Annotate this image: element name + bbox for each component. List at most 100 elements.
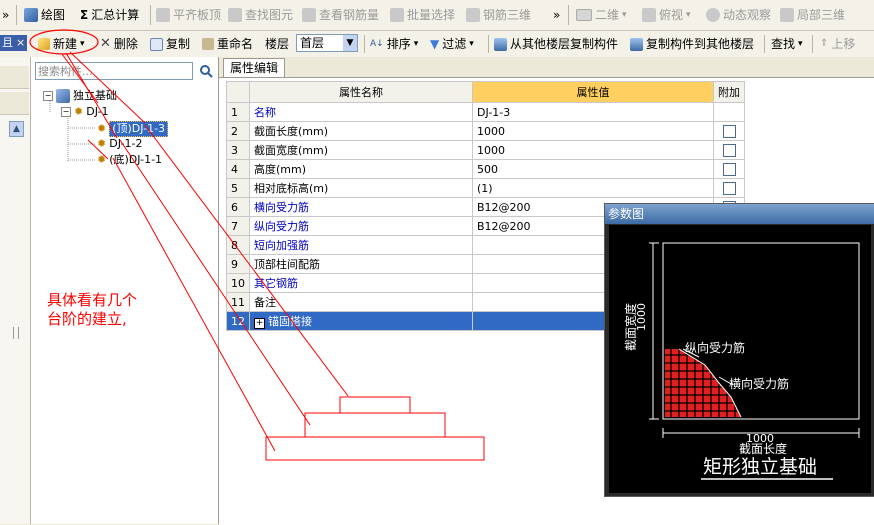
floor-select[interactable]: 首层 ▼	[296, 34, 358, 52]
property-name-cell[interactable]: 名称	[249, 102, 473, 122]
find-element-button[interactable]: 查找图元	[228, 0, 293, 30]
property-name-cell[interactable]: 相对底标高(m)	[249, 178, 473, 198]
chevron-down-icon: ▾	[622, 10, 627, 20]
tree-item-dj-1-3[interactable]: ✹ (顶)DJ-1-3	[97, 121, 169, 137]
property-name-cell[interactable]: 截面长度(mm)	[249, 121, 473, 141]
extra-cell	[713, 140, 745, 160]
property-name: 横向受力筋	[254, 201, 309, 214]
extra-checkbox[interactable]	[722, 124, 736, 138]
property-value-cell[interactable]: (1)	[472, 178, 714, 198]
rebar-quantity-icon	[302, 8, 316, 22]
extra-checkbox[interactable]	[722, 181, 736, 195]
tree-group-node[interactable]: − ✹ DJ-1	[61, 105, 109, 119]
move-up-button[interactable]: ⇑ 上移	[820, 31, 855, 57]
copy-from-floor-button[interactable]: 从其他楼层复制构件	[494, 31, 618, 57]
sort-button[interactable]: A↓ 排序 ▾	[370, 31, 418, 57]
toolbar-overflow-button[interactable]: »	[2, 0, 9, 30]
close-icon[interactable]: ×	[16, 35, 25, 51]
copy-to-floor-button[interactable]: 复制构件到其他楼层	[630, 31, 754, 57]
chevron-down-icon: ▾	[798, 39, 803, 49]
draw-button[interactable]: 绘图	[24, 0, 65, 30]
collapse-icon[interactable]: −	[61, 107, 71, 117]
tree-item-dj-1-1[interactable]: ✹ (底)DJ-1-1	[97, 153, 162, 167]
overflow-chevron-icon: »	[2, 8, 10, 22]
extra-checkbox[interactable]	[722, 162, 736, 176]
panel-pin-button[interactable]: 且 ×	[0, 35, 28, 51]
local-3d-button[interactable]: 局部三维	[780, 0, 845, 30]
scroll-up-button[interactable]: ▲	[9, 121, 24, 137]
property-value-cell[interactable]: 1000	[472, 140, 714, 160]
grid-header-extra[interactable]: 附加	[713, 81, 745, 103]
property-name-cell[interactable]: 其它钢筋	[249, 273, 473, 293]
property-name-cell[interactable]: 横向受力筋	[249, 197, 473, 217]
batch-select-button[interactable]: 批量选择	[390, 0, 455, 30]
property-value-cell[interactable]: 1000	[472, 121, 714, 141]
view-rebar-quantity-button[interactable]: 查看钢筋量	[302, 0, 379, 30]
property-name: 短向加强筋	[254, 239, 309, 252]
table-row[interactable]: 4 高度(mm) 500	[226, 159, 745, 179]
tree-item-dj-1-2[interactable]: ✹ DJ-1-2	[97, 137, 142, 151]
row-index: 7	[226, 216, 250, 236]
tree-root-node[interactable]: − 独立基础	[43, 89, 117, 103]
footing-diagram: 1000 截面宽度 1000 截面长度 纵向受力筋 横向受力筋 矩形独立基础	[623, 242, 860, 480]
parameter-diagram: 1000 截面宽度 1000 截面长度 纵向受力筋 横向受力筋 矩形独立基础	[609, 225, 871, 493]
long-bar-label: 纵向受力筋	[685, 340, 745, 355]
property-name-cell[interactable]: 高度(mm)	[249, 159, 473, 179]
batch-select-icon	[390, 8, 404, 22]
scroll-grip-icon[interactable]	[13, 327, 19, 339]
rebar-3d-button[interactable]: 钢筋三维	[466, 0, 531, 30]
extra-checkbox[interactable]	[722, 143, 736, 157]
parameter-panel-title[interactable]: 参数图	[605, 204, 874, 224]
find-button[interactable]: 查找 ▾	[771, 31, 803, 57]
top-view-button[interactable]: 俯视 ▾	[642, 0, 691, 30]
property-name: 备注	[254, 296, 276, 309]
table-row[interactable]: 2 截面长度(mm) 1000	[226, 121, 745, 141]
chevron-down-icon[interactable]: ▼	[343, 35, 357, 51]
summary-calc-button[interactable]: Σ 汇总计算	[80, 0, 139, 30]
property-name-cell[interactable]: 顶部柱间配筋	[249, 254, 473, 274]
rebar-3d-icon	[466, 8, 480, 22]
delete-button[interactable]: ✕ 删除	[100, 31, 138, 57]
property-name-cell[interactable]: 纵向受力筋	[249, 216, 473, 236]
orbit-button[interactable]: 动态观察	[706, 0, 771, 30]
property-name: 高度(mm)	[254, 163, 307, 176]
filter-icon: ▼	[430, 37, 440, 51]
align-slab-icon	[156, 8, 170, 22]
table-row[interactable]: 3 截面宽度(mm) 1000	[226, 140, 745, 160]
property-name-cell[interactable]: + 锚固搭接	[249, 311, 473, 331]
collapse-icon[interactable]: −	[43, 91, 53, 101]
property-name-cell[interactable]: 备注	[249, 292, 473, 312]
align-slab-top-button[interactable]: 平齐板顶	[156, 0, 221, 30]
length-dim-label: 截面长度	[739, 441, 787, 456]
expand-icon[interactable]: +	[254, 318, 265, 329]
table-row[interactable]: 5 相对底标高(m) (1)	[226, 178, 745, 198]
property-value-cell[interactable]: DJ-1-3	[472, 102, 714, 122]
chevron-down-icon: ▾	[80, 39, 85, 49]
component-toolbar: 且 × 新建 ▾ ✕ 删除 复制 重命名 楼层 首层 ▼ A↓ 排序 ▾ ▼ 过…	[0, 31, 874, 58]
property-name: 其它钢筋	[254, 277, 298, 290]
new-button[interactable]: 新建 ▾	[38, 31, 85, 57]
property-name-cell[interactable]: 短向加强筋	[249, 235, 473, 255]
rename-button[interactable]: 重命名	[202, 31, 253, 57]
toolbar-overflow-button-2[interactable]: »	[553, 0, 560, 30]
extra-cell	[713, 178, 745, 198]
property-name: 纵向受力筋	[254, 220, 309, 233]
copy-button[interactable]: 复制	[150, 31, 190, 57]
filter-button[interactable]: ▼ 过滤 ▾	[430, 31, 474, 57]
row-index: 6	[226, 197, 250, 217]
main-toolbar: » 绘图 Σ 汇总计算 平齐板顶 查找图元 查看钢筋量 批量选择 钢筋三维 » …	[0, 0, 874, 31]
left-collapsed-panel: ▲	[0, 57, 31, 524]
orbit-icon	[706, 8, 720, 22]
property-name-cell[interactable]: 截面宽度(mm)	[249, 140, 473, 160]
row-index: 1	[226, 102, 250, 122]
gear-icon: ✹	[97, 153, 107, 166]
view-2d-dropdown[interactable]: 二维 ▾	[576, 0, 627, 30]
property-value-cell[interactable]: 500	[472, 159, 714, 179]
property-name: 名称	[254, 106, 276, 119]
grid-header-name[interactable]: 属性名称	[249, 81, 473, 103]
tab-property-edit[interactable]: 属性编辑	[223, 58, 286, 78]
property-name: 截面宽度(mm)	[254, 144, 329, 157]
grid-header-value[interactable]: 属性值	[472, 81, 714, 103]
table-row[interactable]: 1 名称 DJ-1-3	[226, 102, 745, 122]
width-dim-label: 截面宽度	[623, 303, 638, 351]
